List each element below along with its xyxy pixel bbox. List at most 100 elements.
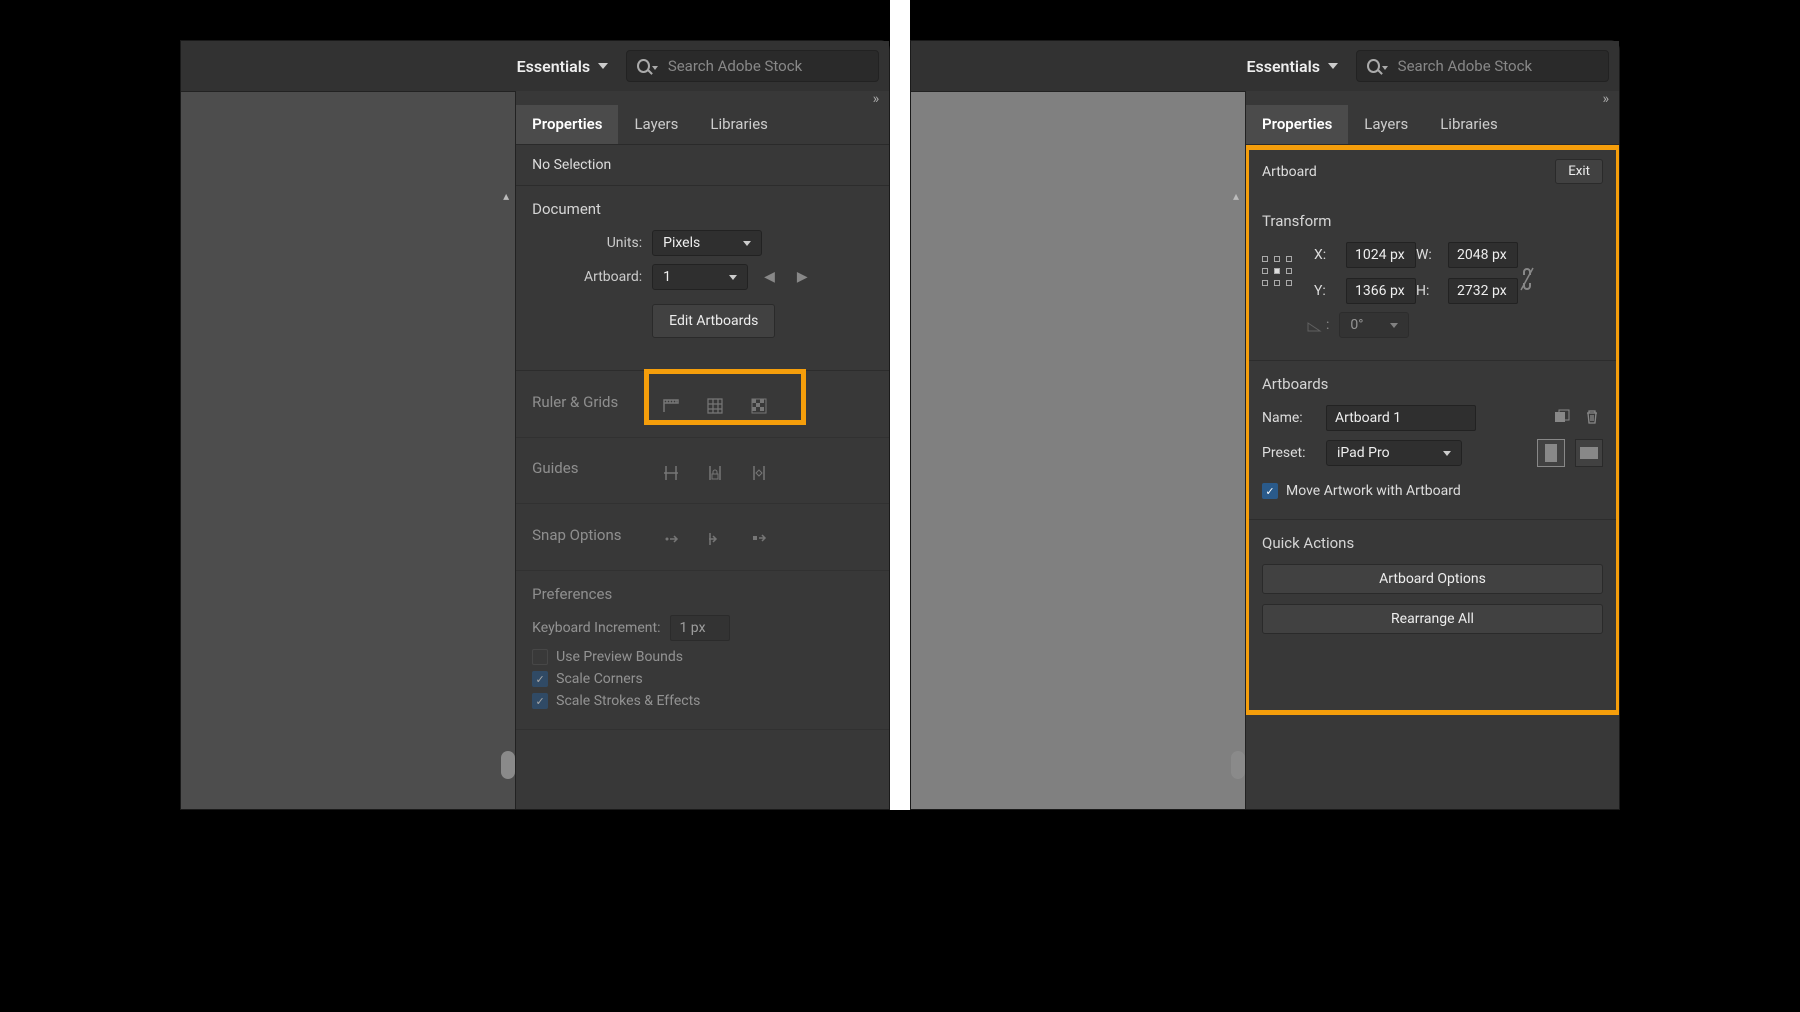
rotation-select[interactable]: 0°: [1339, 312, 1409, 338]
reference-point-icon[interactable]: [1262, 256, 1296, 290]
rearrange-all-button[interactable]: Rearrange All: [1262, 604, 1603, 634]
panel-collapse-caret[interactable]: ▴: [1233, 189, 1239, 203]
comparison-divider: [890, 0, 910, 810]
selection-info: No Selection: [516, 145, 889, 186]
tab-libraries[interactable]: Libraries: [694, 105, 784, 144]
grid-icon[interactable]: [700, 391, 730, 421]
smart-guides-icon[interactable]: [744, 458, 774, 488]
guides-heading: Guides: [532, 459, 652, 477]
checkbox-checked-icon: ✓: [1262, 483, 1278, 499]
artboard-title: Artboard: [1262, 164, 1317, 180]
use-preview-bounds-checkbox[interactable]: Use Preview Bounds: [532, 649, 873, 665]
move-artwork-checkbox[interactable]: ✓ Move Artwork with Artboard: [1262, 483, 1603, 499]
main-area: ▴ » Properties Layers Libraries Artboard…: [911, 91, 1619, 809]
panel-tabs: Properties Layers Libraries: [516, 105, 889, 145]
artboard-name-input[interactable]: Artboard 1: [1326, 405, 1476, 431]
ruler-grids-heading: Ruler & Grids: [532, 393, 652, 411]
tab-libraries[interactable]: Libraries: [1424, 105, 1514, 144]
artboard-select[interactable]: 1: [652, 264, 748, 290]
y-label: Y:: [1314, 283, 1336, 299]
preset-label: Preset:: [1262, 445, 1316, 461]
preferences-heading: Preferences: [532, 585, 873, 603]
edit-artboards-button[interactable]: Edit Artboards: [652, 304, 775, 338]
no-selection-label: No Selection: [532, 157, 611, 173]
snap-options-section: Snap Options: [516, 504, 889, 571]
keyboard-increment-input[interactable]: 1 px: [670, 615, 730, 641]
document-section: Document Units: Pixels Artboard:: [516, 186, 889, 371]
canvas[interactable]: [181, 91, 515, 809]
app-window-right: Essentials ▴ » Properties Layers: [910, 40, 1620, 810]
chevron-down-icon: [1328, 63, 1338, 69]
search-box[interactable]: [1356, 50, 1609, 82]
scale-corners-checkbox[interactable]: ✓ Scale Corners: [532, 671, 873, 687]
chevron-down-icon: [729, 275, 737, 280]
panel-body: Artboard Exit Transform: [1246, 145, 1619, 809]
y-input[interactable]: 1366 px: [1346, 278, 1416, 304]
artboard-label: Artboard:: [532, 269, 642, 285]
link-wh-icon[interactable]: [1518, 264, 1536, 282]
checkbox-checked-icon: ✓: [532, 671, 548, 687]
tab-layers[interactable]: Layers: [1348, 105, 1424, 144]
tab-layers[interactable]: Layers: [618, 105, 694, 144]
prev-artboard-icon[interactable]: ◀: [758, 269, 781, 285]
quick-actions-heading: Quick Actions: [1262, 534, 1603, 552]
properties-panel: » Properties Layers Libraries No Selecti…: [515, 91, 889, 809]
rotation-icon: [1306, 317, 1322, 333]
search-box[interactable]: [626, 50, 879, 82]
preferences-section: Preferences Keyboard Increment: 1 px Use…: [516, 571, 889, 730]
show-guides-icon[interactable]: [656, 458, 686, 488]
topbar: Essentials: [181, 41, 889, 91]
ruler-icon[interactable]: [656, 391, 686, 421]
h-input[interactable]: 2732 px: [1448, 278, 1518, 304]
transparency-grid-icon[interactable]: [744, 391, 774, 421]
search-icon: [637, 59, 650, 73]
workspace-switcher[interactable]: Essentials: [1238, 53, 1346, 80]
chevron-down-icon: [1390, 323, 1398, 328]
search-icon: [1367, 59, 1380, 73]
checkbox-icon: [532, 649, 548, 665]
guides-section: Guides: [516, 438, 889, 505]
tab-properties[interactable]: Properties: [516, 105, 618, 144]
name-label: Name:: [1262, 410, 1316, 426]
w-input[interactable]: 2048 px: [1448, 242, 1518, 268]
artboards-heading: Artboards: [1262, 375, 1603, 393]
ruler-grids-section: Ruler & Grids: [516, 371, 889, 438]
artboards-section: Artboards Name: Artboard 1: [1246, 361, 1619, 520]
workspace-label: Essentials: [1246, 57, 1320, 76]
panel-body: No Selection Document Units: Pixels: [516, 145, 889, 809]
orientation-landscape-button[interactable]: [1575, 439, 1603, 467]
panel-collapse[interactable]: »: [1246, 91, 1619, 105]
units-label: Units:: [532, 235, 642, 251]
next-artboard-icon[interactable]: ▶: [791, 269, 814, 285]
artboard-options-button[interactable]: Artboard Options: [1262, 564, 1603, 594]
delete-artboard-icon[interactable]: [1583, 408, 1603, 428]
search-input[interactable]: [668, 57, 868, 75]
canvas[interactable]: [911, 91, 1245, 809]
snap-pixel-icon[interactable]: [744, 524, 774, 554]
preset-select[interactable]: iPad Pro: [1326, 440, 1462, 466]
orientation-portrait-button[interactable]: [1537, 439, 1565, 467]
panel-collapse[interactable]: »: [516, 91, 889, 105]
tab-properties[interactable]: Properties: [1246, 105, 1348, 144]
scrollbar-thumb[interactable]: [1231, 751, 1245, 779]
keyboard-increment-label: Keyboard Increment:: [532, 620, 660, 636]
chevron-down-icon: [1443, 451, 1451, 456]
exit-button[interactable]: Exit: [1555, 159, 1603, 184]
snap-point-icon[interactable]: [656, 524, 686, 554]
artboard-header: Artboard Exit: [1246, 145, 1619, 198]
new-artboard-icon[interactable]: [1553, 408, 1573, 428]
x-input[interactable]: 1024 px: [1346, 242, 1416, 268]
snap-grid-icon[interactable]: [700, 524, 730, 554]
chevron-down-icon: [743, 241, 751, 246]
panel-collapse-caret[interactable]: ▴: [503, 189, 509, 203]
scale-strokes-checkbox[interactable]: ✓ Scale Strokes & Effects: [532, 693, 873, 709]
lock-guides-icon[interactable]: [700, 458, 730, 488]
topbar: Essentials: [911, 41, 1619, 91]
h-label: H:: [1416, 283, 1438, 299]
units-select[interactable]: Pixels: [652, 230, 762, 256]
workspace-label: Essentials: [517, 57, 591, 76]
workspace-switcher[interactable]: Essentials: [509, 53, 617, 80]
scrollbar-thumb[interactable]: [501, 751, 515, 779]
panel-tabs: Properties Layers Libraries: [1246, 105, 1619, 145]
search-input[interactable]: [1398, 57, 1598, 75]
